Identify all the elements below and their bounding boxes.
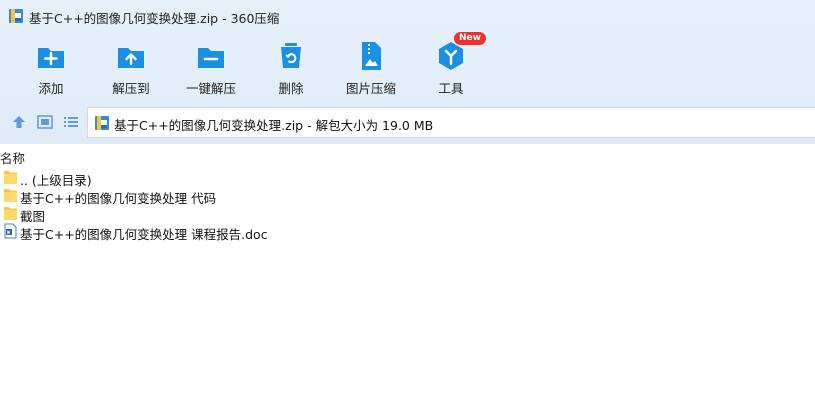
list-item-parent-dir[interactable]: .. (上级目录) — [0, 168, 815, 188]
image-compress-label: 图片压缩 — [345, 81, 396, 96]
new-badge: New — [454, 32, 486, 45]
column-name-label: 名称 — [0, 151, 26, 166]
one-click-extract-label: 一键解压 — [185, 81, 236, 96]
app-icon — [9, 9, 23, 23]
column-header[interactable]: 名称 — [0, 146, 815, 166]
image-compress-button[interactable]: 图片压缩 — [331, 36, 411, 98]
window-title: 基于C++的图像几何变换处理.zip - 360压缩 — [29, 11, 280, 26]
folder-icon — [4, 207, 17, 220]
image-compress-icon — [362, 42, 381, 70]
thumbnail-view-icon[interactable] — [36, 113, 54, 131]
add-label: 添加 — [38, 81, 64, 96]
extract-to-icon — [118, 48, 144, 68]
address-path-text: 基于C++的图像几何变换处理.zip - 解包大小为 19.0 MB — [114, 118, 434, 133]
title-bar: 基于C++的图像几何变换处理.zip - 360压缩 — [0, 0, 815, 32]
delete-label: 删除 — [278, 81, 304, 96]
toolbar: 添加 解压到 一键解压 删除 图片压缩 工具 New — [0, 32, 815, 102]
extract-to-button[interactable]: 解压到 — [91, 36, 171, 98]
list-item-screenshots-folder[interactable]: 截图 — [0, 204, 815, 224]
zip-archive-icon — [95, 116, 109, 130]
up-arrow-icon[interactable] — [10, 113, 28, 131]
file-name: 基于C++的图像几何变换处理 课程报告.doc — [20, 227, 268, 242]
word-doc-icon — [4, 223, 17, 239]
folder-icon — [4, 189, 17, 202]
list-item-code-folder[interactable]: 基于C++的图像几何变换处理 代码 — [0, 186, 815, 206]
address-bar[interactable]: 基于C++的图像几何变换处理.zip - 解包大小为 19.0 MB — [87, 107, 815, 138]
add-icon — [38, 48, 64, 68]
tools-label: 工具 — [438, 81, 464, 96]
one-click-extract-icon — [198, 48, 224, 68]
folder-icon — [4, 171, 17, 184]
delete-button[interactable]: 删除 — [251, 36, 331, 98]
add-button[interactable]: 添加 — [11, 36, 91, 98]
nav-row: 基于C++的图像几何变换处理.zip - 解包大小为 19.0 MB — [0, 106, 815, 138]
one-click-extract-button[interactable]: 一键解压 — [171, 36, 251, 98]
extract-to-label: 解压到 — [112, 81, 150, 96]
list-item-report-doc[interactable]: 基于C++的图像几何变换处理 课程报告.doc — [0, 222, 815, 242]
list-view-icon[interactable] — [62, 113, 80, 131]
delete-icon — [281, 43, 301, 68]
tools-button[interactable]: 工具 — [411, 36, 491, 98]
